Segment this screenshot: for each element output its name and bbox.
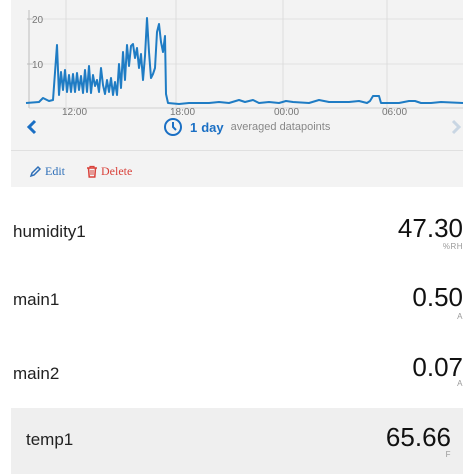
y-tick-label-10: 10 [32,60,44,71]
sensor-chart[interactable]: 20 10 12:00 18:00 00:00 06:00 [11,0,463,115]
reading-value: 0.50 [412,282,463,312]
clock-icon [164,118,182,136]
reading-value: 47.30 [397,213,463,243]
reading-name: main1 [13,290,60,309]
time-range-selector[interactable]: 1 day averaged datapoints [163,117,330,137]
delete-button[interactable]: Delete [86,162,132,180]
x-tick-label-0000: 00:00 [274,107,299,115]
edit-label: Edit [45,163,65,178]
range-unit: day [201,119,224,135]
sensor-panel: 20 10 12:00 18:00 00:00 06:00 1 day aver… [11,0,463,187]
reading-name: humidity1 [13,222,86,241]
reading-unit: F [445,450,451,459]
x-tick-label-1200: 12:00 [62,107,87,115]
edit-button[interactable]: Edit [29,162,65,180]
reading-row-humidity1[interactable]: humidity1 47.30 %RH [11,200,463,264]
reading-row-temp1[interactable]: temp1 65.66 F [11,408,463,474]
reading-unit: A [457,312,463,321]
reading-unit: A [457,379,463,388]
chevron-right-icon[interactable] [449,119,463,135]
pencil-icon [29,165,42,177]
trash-icon [87,165,97,178]
reading-row-main2[interactable]: main2 0.07 A [11,342,463,406]
reading-name: temp1 [26,430,74,449]
delete-label: Delete [101,163,133,178]
data-series-line [25,17,463,105]
divider [11,150,463,151]
x-tick-label-1800: 18:00 [170,107,195,115]
reading-unit: %RH [442,242,463,251]
reading-value: 0.07 [412,352,463,382]
x-tick-label-0600: 06:00 [382,107,407,115]
range-subtitle: averaged datapoints [230,121,331,133]
reading-value: 65.66 [385,422,451,452]
chevron-left-icon[interactable] [25,119,39,135]
range-value: 1 [190,119,198,135]
reading-row-main1[interactable]: main1 0.50 A [11,268,463,332]
y-tick-label-20: 20 [32,15,44,26]
reading-name: main2 [13,364,60,383]
